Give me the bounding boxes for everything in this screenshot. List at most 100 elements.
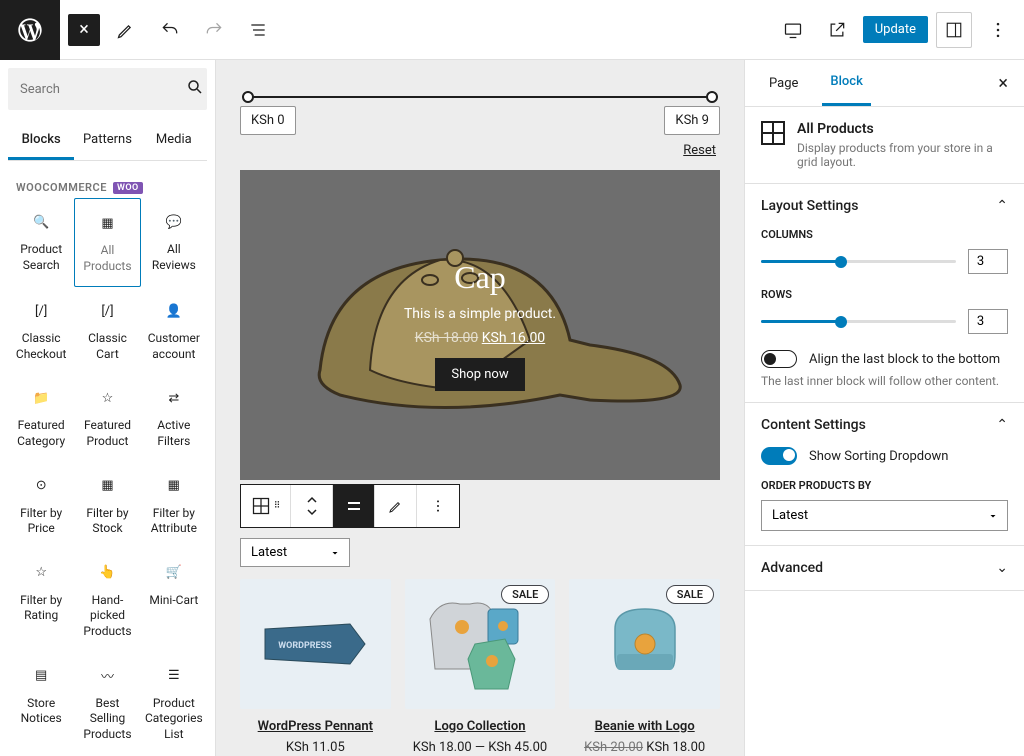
undo-icon[interactable] [152, 12, 188, 48]
more-options-icon[interactable] [980, 12, 1016, 48]
block-item-filter-by-attribute[interactable]: ▦Filter by Attribute [141, 462, 207, 549]
price-filter-slider[interactable] [248, 96, 712, 98]
block-item-label: Mini-Cart [149, 593, 198, 609]
block-icon: [/] [95, 299, 119, 323]
editor-canvas[interactable]: KSh 0 KSh 9 Reset Cap This is a simple p… [216, 60, 744, 756]
columns-slider[interactable] [761, 260, 956, 263]
shop-now-button[interactable]: Shop now [435, 358, 524, 391]
block-item-filter-by-stock[interactable]: ▦Filter by Stock [74, 462, 140, 549]
block-inserter-panel: Blocks Patterns Media WOOCOMMERCE WOO 🔍P… [0, 60, 216, 756]
block-item-store-notices[interactable]: ▤Store Notices [8, 652, 74, 755]
close-inserter-button[interactable]: × [68, 14, 100, 46]
block-item-product-categories-list[interactable]: ☰Product Categories List [141, 652, 207, 755]
block-icon: ▦ [95, 211, 119, 235]
block-icon: 👆 [95, 561, 119, 585]
slider-handle-max[interactable] [706, 91, 718, 103]
featured-product-hero[interactable]: Cap This is a simple product. KSh 18.00 … [240, 170, 720, 480]
block-item-label: All Products [79, 243, 135, 274]
pencil-icon[interactable] [108, 12, 144, 48]
block-item-filter-by-price[interactable]: ⊙Filter by Price [8, 462, 74, 549]
update-button[interactable]: Update [863, 16, 928, 43]
block-item-classic-cart[interactable]: [/] Classic Cart [74, 287, 140, 374]
block-item-label: Hand-picked Products [78, 593, 136, 640]
tab-page[interactable]: Page [761, 62, 806, 105]
block-item-filter-by-rating[interactable]: ☆Filter by Rating [8, 549, 74, 652]
block-item-label: Classic Cart [78, 331, 136, 362]
sale-badge: SALE [501, 585, 549, 604]
block-item-product-search[interactable]: 🔍Product Search [8, 198, 74, 287]
content-settings-header[interactable]: Content Settings⌃ [761, 417, 1008, 433]
rows-input[interactable] [968, 309, 1008, 334]
product-name[interactable]: Beanie with Logo [569, 719, 720, 734]
toolbar-more-icon[interactable] [417, 485, 459, 527]
tab-blocks[interactable]: Blocks [8, 122, 74, 160]
layout-settings-header[interactable]: Layout Settings⌃ [761, 198, 1008, 214]
search-input-wrapper[interactable] [8, 68, 207, 110]
block-icon: [/] [29, 299, 53, 323]
block-item-label: All Reviews [145, 242, 203, 273]
product-name[interactable]: Logo Collection [405, 719, 556, 734]
block-item-customer-account[interactable]: 👤Customer account [141, 287, 207, 374]
block-item-featured-product[interactable]: ☆Featured Product [74, 374, 140, 461]
block-icon: 🔍 [29, 210, 53, 234]
block-item-all-products[interactable]: ▦ All Products [74, 198, 140, 287]
product-card[interactable]: SALEBeanie with LogoKSh 20.00 KSh 18.00A… [569, 579, 720, 756]
rows-slider[interactable] [761, 320, 956, 323]
block-item-mini-cart[interactable]: 🛒 Mini-Cart [141, 549, 207, 652]
wordpress-logo[interactable] [0, 0, 60, 60]
columns-label: Columns [761, 228, 1008, 241]
toolbar-edit-icon[interactable] [375, 485, 417, 527]
sort-dropdown[interactable]: Latest [240, 538, 350, 567]
block-item-hand-picked-products[interactable]: 👆 Hand-picked Products [74, 549, 140, 652]
slider-handle-min[interactable] [242, 91, 254, 103]
search-input[interactable] [20, 82, 186, 97]
block-item-label: Featured Category [12, 418, 70, 449]
order-by-select[interactable]: Latest [761, 500, 1008, 531]
block-item-label: Filter by Price [12, 506, 70, 537]
toolbar-align-icon[interactable] [333, 485, 375, 527]
product-card[interactable]: WORDPRESSWordPress PennantKSh 11.05Buy o… [240, 579, 391, 756]
device-preview-icon[interactable] [775, 12, 811, 48]
product-card[interactable]: SALELogo CollectionKSh 18.00 — KSh 45.00… [405, 579, 556, 756]
columns-input[interactable] [968, 249, 1008, 274]
product-price: KSh 20.00 KSh 18.00 [569, 740, 720, 755]
advanced-header[interactable]: Advanced⌄ [761, 560, 1008, 576]
close-icon[interactable]: × [998, 73, 1008, 94]
sale-badge: SALE [666, 585, 714, 604]
hero-price: KSh 18.00 KSh 16.00 [415, 330, 545, 346]
block-item-best-selling-products[interactable]: 〰 Best Selling Products [74, 652, 140, 755]
range-min-chip: KSh 0 [240, 106, 296, 135]
align-last-toggle[interactable] [761, 350, 797, 368]
block-icon: 〰 [95, 664, 119, 688]
product-image: SALE [405, 579, 556, 709]
tab-block[interactable]: Block [822, 60, 870, 106]
sorting-toggle[interactable] [761, 447, 797, 465]
tab-patterns[interactable]: Patterns [74, 122, 140, 160]
toolbar-move-icon[interactable] [291, 485, 333, 527]
product-image: SALE [569, 579, 720, 709]
block-title: All Products [797, 121, 1008, 137]
toolbar-block-type-icon[interactable]: ⠿ [241, 485, 291, 527]
block-item-label: Filter by Rating [12, 593, 70, 624]
block-item-featured-category[interactable]: 📁 Featured Category [8, 374, 74, 461]
redo-icon[interactable] [196, 12, 232, 48]
block-icon: ☆ [95, 386, 119, 410]
block-item-label: Best Selling Products [78, 696, 136, 743]
product-name[interactable]: WordPress Pennant [240, 719, 391, 734]
settings-panel-icon[interactable] [936, 12, 972, 48]
external-link-icon[interactable] [819, 12, 855, 48]
list-view-icon[interactable] [240, 12, 276, 48]
block-item-active-filters[interactable]: ⇄Active Filters [141, 374, 207, 461]
block-item-classic-checkout[interactable]: [/]Classic Checkout [8, 287, 74, 374]
hero-title: Cap [454, 259, 506, 296]
block-icon: 💬 [162, 210, 186, 234]
block-item-all-reviews[interactable]: 💬 All Reviews [141, 198, 207, 287]
block-icon: ⇄ [162, 386, 186, 410]
block-icon: 🛒 [162, 561, 186, 585]
block-icon: 📁 [29, 386, 53, 410]
block-description: Display products from your store in a gr… [797, 141, 1008, 169]
reset-link[interactable]: Reset [240, 143, 716, 158]
tab-media[interactable]: Media [141, 122, 207, 160]
block-icon: ☰ [162, 664, 186, 688]
block-item-label: Store Notices [12, 696, 70, 727]
